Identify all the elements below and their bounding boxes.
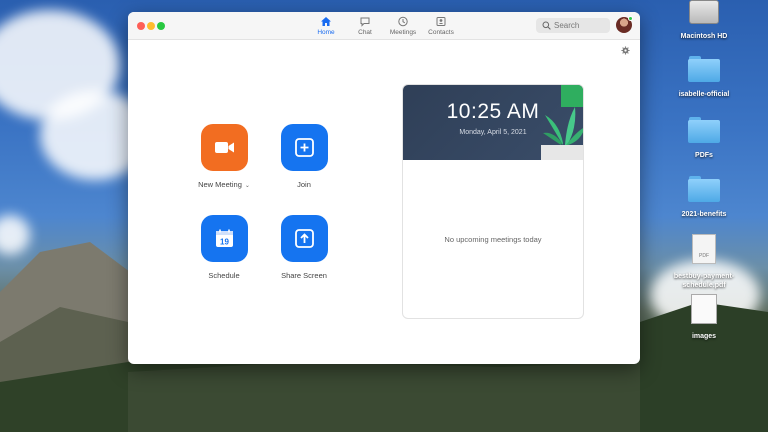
minimize-window-button[interactable] bbox=[147, 22, 155, 30]
search-placeholder: Search bbox=[554, 21, 579, 30]
join-action[interactable]: Join bbox=[272, 124, 336, 189]
calendar-day: 19 bbox=[220, 238, 229, 247]
clock-header: 10:25 AM Monday, April 5, 2021 bbox=[403, 85, 584, 160]
schedule-action[interactable]: 19 Schedule bbox=[192, 215, 256, 280]
search-icon bbox=[542, 21, 551, 30]
desktop-item-label: Macintosh HD bbox=[640, 32, 768, 41]
upcoming-meetings-card: 10:25 AM Monday, April 5, 2021 No upcomi… bbox=[402, 84, 584, 319]
new-meeting-button[interactable] bbox=[201, 124, 248, 171]
close-window-button[interactable] bbox=[137, 22, 145, 30]
pdf-file-icon: PDF bbox=[692, 234, 716, 264]
share-screen-button[interactable] bbox=[281, 215, 328, 262]
tab-meetings[interactable]: Meetings bbox=[383, 16, 423, 36]
desktop-item-label: bestbuy-payment-schedule.pdf bbox=[667, 272, 741, 290]
maximize-window-button[interactable] bbox=[157, 22, 165, 30]
schedule-button[interactable]: 19 bbox=[201, 215, 248, 262]
tab-home[interactable]: Home bbox=[306, 16, 346, 36]
contacts-icon bbox=[435, 16, 447, 27]
zoom-window: Home Chat Meetings Contacts Search bbox=[128, 12, 640, 364]
desktop-item-macintosh-hd[interactable]: Macintosh HD bbox=[640, 0, 768, 41]
folder-icon bbox=[688, 117, 720, 143]
tab-label: Home bbox=[306, 29, 346, 36]
search-input[interactable]: Search bbox=[536, 18, 610, 33]
tab-label: Chat bbox=[345, 29, 385, 36]
share-screen-action[interactable]: Share Screen bbox=[272, 215, 336, 280]
image-file-icon bbox=[691, 294, 717, 324]
plus-icon bbox=[293, 136, 316, 159]
clock-icon bbox=[397, 16, 409, 27]
join-button[interactable] bbox=[281, 124, 328, 171]
desktop-item-label: PDFs bbox=[640, 151, 768, 160]
share-screen-label: Share Screen bbox=[272, 271, 336, 280]
chevron-down-icon[interactable]: ⌄ bbox=[245, 183, 250, 189]
share-screen-icon bbox=[293, 227, 316, 250]
desktop-item-label: images bbox=[640, 332, 768, 341]
chat-icon bbox=[359, 16, 371, 27]
schedule-label: Schedule bbox=[192, 271, 256, 280]
desktop-item-images[interactable]: images bbox=[640, 294, 768, 341]
gear-icon[interactable] bbox=[621, 46, 630, 55]
hard-drive-icon bbox=[689, 0, 719, 24]
new-meeting-action[interactable]: New Meeting⌄ bbox=[192, 124, 256, 189]
tab-chat[interactable]: Chat bbox=[345, 16, 385, 36]
desktop-item-bestbuy-pdf[interactable]: PDF bestbuy-payment-schedule.pdf bbox=[640, 234, 768, 290]
home-icon bbox=[320, 16, 332, 27]
tab-contacts[interactable]: Contacts bbox=[421, 16, 461, 36]
title-bar: Home Chat Meetings Contacts Search bbox=[128, 12, 640, 40]
folder-icon bbox=[688, 176, 720, 202]
new-meeting-label: New Meeting bbox=[198, 180, 242, 189]
online-status-dot bbox=[628, 16, 633, 21]
folder-icon bbox=[688, 56, 720, 82]
no-meetings-message: No upcoming meetings today bbox=[403, 235, 583, 244]
desktop-item-pdfs[interactable]: PDFs bbox=[640, 117, 768, 160]
calendar-icon: 19 bbox=[213, 227, 236, 250]
plant-illustration-icon bbox=[541, 85, 584, 160]
pdf-badge: PDF bbox=[693, 253, 715, 259]
join-label: Join bbox=[272, 180, 336, 189]
avatar[interactable] bbox=[616, 17, 632, 33]
video-camera-icon bbox=[213, 136, 236, 159]
desktop-item-label: isabelle-official bbox=[640, 90, 768, 99]
desktop-item-label: 2021-benefits bbox=[640, 210, 768, 219]
desktop-icons: Macintosh HD isabelle-official PDFs 2021… bbox=[640, 0, 768, 432]
tab-label: Contacts bbox=[421, 29, 461, 36]
tab-label: Meetings bbox=[383, 29, 423, 36]
desktop-item-isabelle-official[interactable]: isabelle-official bbox=[640, 56, 768, 99]
desktop-item-2021-benefits[interactable]: 2021-benefits bbox=[640, 176, 768, 219]
